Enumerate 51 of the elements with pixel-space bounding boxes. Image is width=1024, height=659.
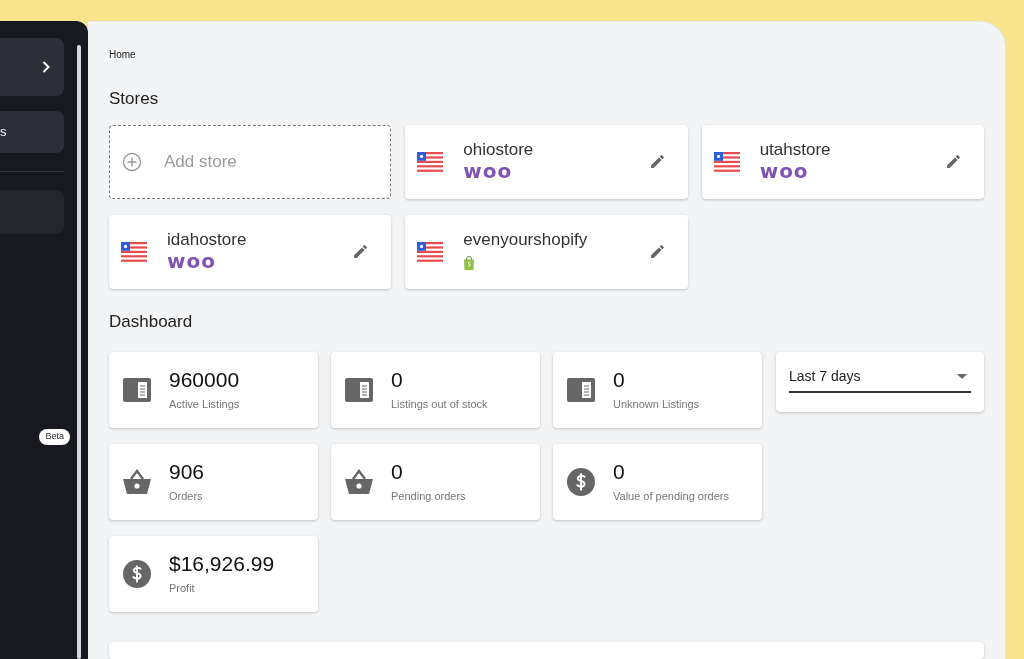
edit-icon[interactable] (648, 153, 666, 170)
listing-icon (345, 378, 373, 402)
stat-label: Value of pending orders (613, 489, 729, 505)
dollar-icon (567, 468, 595, 496)
store-name: ohiostore (463, 138, 535, 161)
beta-badge: Beta (39, 429, 70, 445)
store-name: idahostore (167, 228, 248, 251)
shopping-bag-icon (463, 255, 476, 270)
woo-logo: woo (463, 162, 513, 181)
edit-icon[interactable] (648, 243, 666, 260)
stat-label: Active Listings (169, 397, 240, 413)
section-title: Dashboard (109, 310, 194, 333)
flag-icon (417, 151, 444, 172)
flag-icon (417, 241, 444, 262)
stat-value: 906 (169, 459, 205, 486)
stat-value: 960000 (169, 367, 240, 394)
stat-label: Pending orders (391, 489, 466, 505)
store-card[interactable]: evenyourshopify (405, 214, 688, 289)
stat-value: 0 (613, 459, 626, 486)
chevron-right-icon (42, 61, 50, 73)
stat-label: Profit (169, 581, 196, 597)
basket-icon (345, 469, 373, 495)
section-title: Stores (109, 88, 160, 110)
stat-value: 0 (613, 367, 626, 394)
caret-icon (957, 374, 967, 379)
basket-icon (123, 469, 151, 495)
flag-icon (121, 241, 147, 262)
woo-logo: woo (167, 252, 216, 271)
stat-value: 0 (391, 367, 404, 394)
dollar-icon (123, 560, 151, 588)
stat-label: Listings out of stock (391, 397, 488, 413)
sidebar-item[interactable]: s (0, 111, 64, 153)
store-card[interactable]: idahostore woo (109, 214, 392, 289)
stat-label: Orders (169, 489, 204, 505)
period-dropdown[interactable]: Last 7 days (789, 366, 971, 393)
stat-value: $16,926.99 (169, 551, 275, 578)
stat-value: 0 (391, 459, 404, 486)
plus-circle-icon (122, 151, 142, 172)
store-name: utahstore (759, 138, 832, 161)
store-name: evenyourshopify (463, 229, 589, 252)
edit-icon[interactable] (352, 243, 370, 260)
stat-label: Unknown Listings (613, 397, 700, 413)
woo-logo: woo (759, 162, 809, 181)
listing-icon (567, 378, 595, 402)
breadcrumb[interactable]: Home (109, 47, 984, 62)
listing-icon (123, 378, 151, 402)
period-value: Last 7 days (789, 367, 861, 386)
edit-icon[interactable] (945, 153, 962, 170)
store-card[interactable]: ohiostore woo (405, 124, 688, 199)
store-card[interactable]: utahstore woo (701, 124, 984, 199)
flag-icon (713, 151, 740, 172)
